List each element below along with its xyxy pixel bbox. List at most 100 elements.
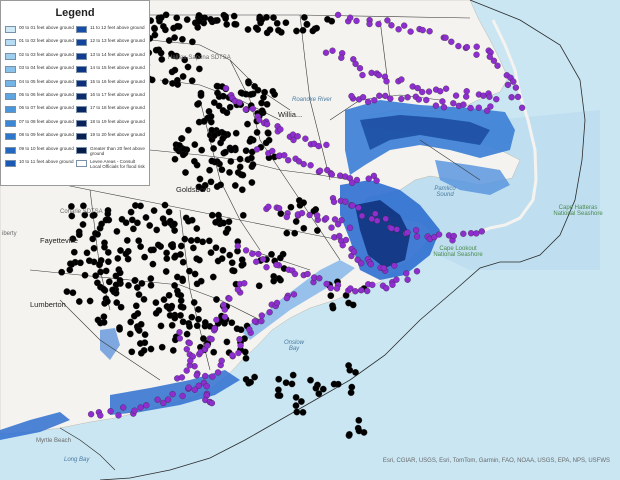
purple-point-marker[interactable]	[251, 318, 258, 325]
purple-point-marker[interactable]	[346, 224, 354, 231]
purple-point-marker[interactable]	[220, 301, 227, 309]
black-point-marker[interactable]	[165, 208, 173, 216]
purple-point-marker[interactable]	[384, 17, 391, 24]
black-point-marker[interactable]	[232, 129, 240, 137]
black-point-marker[interactable]	[104, 210, 112, 218]
black-point-marker[interactable]	[194, 24, 202, 31]
black-point-marker[interactable]	[196, 175, 204, 183]
purple-point-marker[interactable]	[368, 69, 375, 77]
black-point-marker[interactable]	[94, 230, 101, 238]
black-point-marker[interactable]	[266, 26, 274, 34]
purple-point-marker[interactable]	[329, 47, 336, 54]
black-point-marker[interactable]	[253, 129, 261, 136]
purple-point-marker[interactable]	[97, 412, 104, 419]
purple-point-marker[interactable]	[221, 313, 229, 321]
purple-point-marker[interactable]	[273, 299, 281, 307]
black-point-marker[interactable]	[226, 103, 234, 111]
purple-point-marker[interactable]	[463, 88, 470, 95]
black-point-marker[interactable]	[300, 224, 308, 232]
purple-point-marker[interactable]	[330, 198, 338, 206]
black-point-marker[interactable]	[196, 256, 203, 264]
black-point-marker[interactable]	[264, 129, 272, 137]
black-point-marker[interactable]	[158, 343, 166, 351]
black-point-marker[interactable]	[213, 296, 220, 303]
black-point-marker[interactable]	[301, 14, 308, 21]
black-point-marker[interactable]	[75, 298, 83, 305]
black-point-marker[interactable]	[244, 120, 251, 128]
black-point-marker[interactable]	[198, 146, 206, 154]
black-point-marker[interactable]	[174, 22, 181, 30]
purple-point-marker[interactable]	[348, 92, 355, 100]
black-point-marker[interactable]	[125, 282, 132, 289]
purple-point-marker[interactable]	[467, 104, 474, 112]
black-point-marker[interactable]	[207, 113, 215, 120]
black-point-marker[interactable]	[113, 299, 121, 306]
purple-point-marker[interactable]	[342, 236, 350, 244]
purple-point-marker[interactable]	[202, 372, 209, 380]
purple-point-marker[interactable]	[266, 309, 273, 316]
purple-point-marker[interactable]	[154, 396, 161, 403]
black-point-marker[interactable]	[169, 347, 177, 354]
black-point-marker[interactable]	[165, 37, 173, 44]
purple-point-marker[interactable]	[401, 22, 408, 29]
purple-point-marker[interactable]	[183, 346, 190, 353]
black-point-marker[interactable]	[196, 65, 203, 73]
black-point-marker[interactable]	[205, 237, 213, 245]
black-point-marker[interactable]	[220, 219, 227, 227]
black-point-marker[interactable]	[292, 218, 300, 225]
purple-point-marker[interactable]	[460, 230, 467, 237]
purple-point-marker[interactable]	[419, 88, 426, 96]
black-point-marker[interactable]	[207, 249, 215, 256]
purple-point-marker[interactable]	[364, 98, 372, 106]
black-point-marker[interactable]	[160, 23, 167, 30]
black-point-marker[interactable]	[209, 273, 217, 281]
black-point-marker[interactable]	[137, 243, 144, 250]
black-point-marker[interactable]	[181, 235, 189, 243]
black-point-marker[interactable]	[269, 87, 277, 95]
purple-point-marker[interactable]	[356, 65, 364, 72]
black-point-marker[interactable]	[152, 299, 160, 306]
black-point-marker[interactable]	[195, 306, 202, 313]
black-point-marker[interactable]	[83, 249, 91, 257]
black-point-marker[interactable]	[183, 330, 191, 338]
purple-point-marker[interactable]	[338, 54, 345, 61]
black-point-marker[interactable]	[102, 267, 110, 275]
purple-point-marker[interactable]	[374, 217, 381, 224]
black-point-marker[interactable]	[104, 298, 111, 305]
black-point-marker[interactable]	[248, 179, 256, 186]
black-point-marker[interactable]	[309, 27, 317, 35]
black-point-marker[interactable]	[319, 385, 327, 393]
purple-point-marker[interactable]	[253, 146, 261, 153]
purple-point-marker[interactable]	[353, 17, 360, 25]
purple-point-marker[interactable]	[388, 22, 395, 29]
black-point-marker[interactable]	[128, 348, 136, 356]
black-point-marker[interactable]	[184, 63, 192, 71]
purple-point-marker[interactable]	[460, 101, 467, 108]
purple-point-marker[interactable]	[187, 357, 194, 364]
black-point-marker[interactable]	[109, 286, 116, 294]
black-point-marker[interactable]	[237, 326, 245, 334]
purple-point-marker[interactable]	[486, 93, 493, 100]
black-point-marker[interactable]	[239, 211, 247, 219]
black-point-marker[interactable]	[193, 225, 201, 232]
purple-point-marker[interactable]	[226, 295, 233, 302]
purple-point-marker[interactable]	[387, 95, 394, 102]
purple-point-marker[interactable]	[415, 96, 422, 103]
black-point-marker[interactable]	[101, 243, 108, 251]
black-point-marker[interactable]	[231, 20, 239, 28]
black-point-marker[interactable]	[161, 201, 169, 209]
black-point-marker[interactable]	[137, 320, 145, 328]
black-point-marker[interactable]	[289, 371, 297, 379]
purple-point-marker[interactable]	[338, 217, 345, 224]
black-point-marker[interactable]	[207, 118, 215, 126]
purple-point-marker[interactable]	[369, 281, 376, 289]
purple-point-marker[interactable]	[275, 205, 283, 212]
black-point-marker[interactable]	[124, 255, 132, 263]
black-point-marker[interactable]	[327, 292, 335, 300]
black-point-marker[interactable]	[96, 260, 104, 268]
black-point-marker[interactable]	[208, 157, 216, 165]
black-point-marker[interactable]	[185, 217, 192, 225]
black-point-marker[interactable]	[163, 249, 170, 257]
black-point-marker[interactable]	[157, 322, 165, 330]
purple-point-marker[interactable]	[510, 78, 517, 85]
